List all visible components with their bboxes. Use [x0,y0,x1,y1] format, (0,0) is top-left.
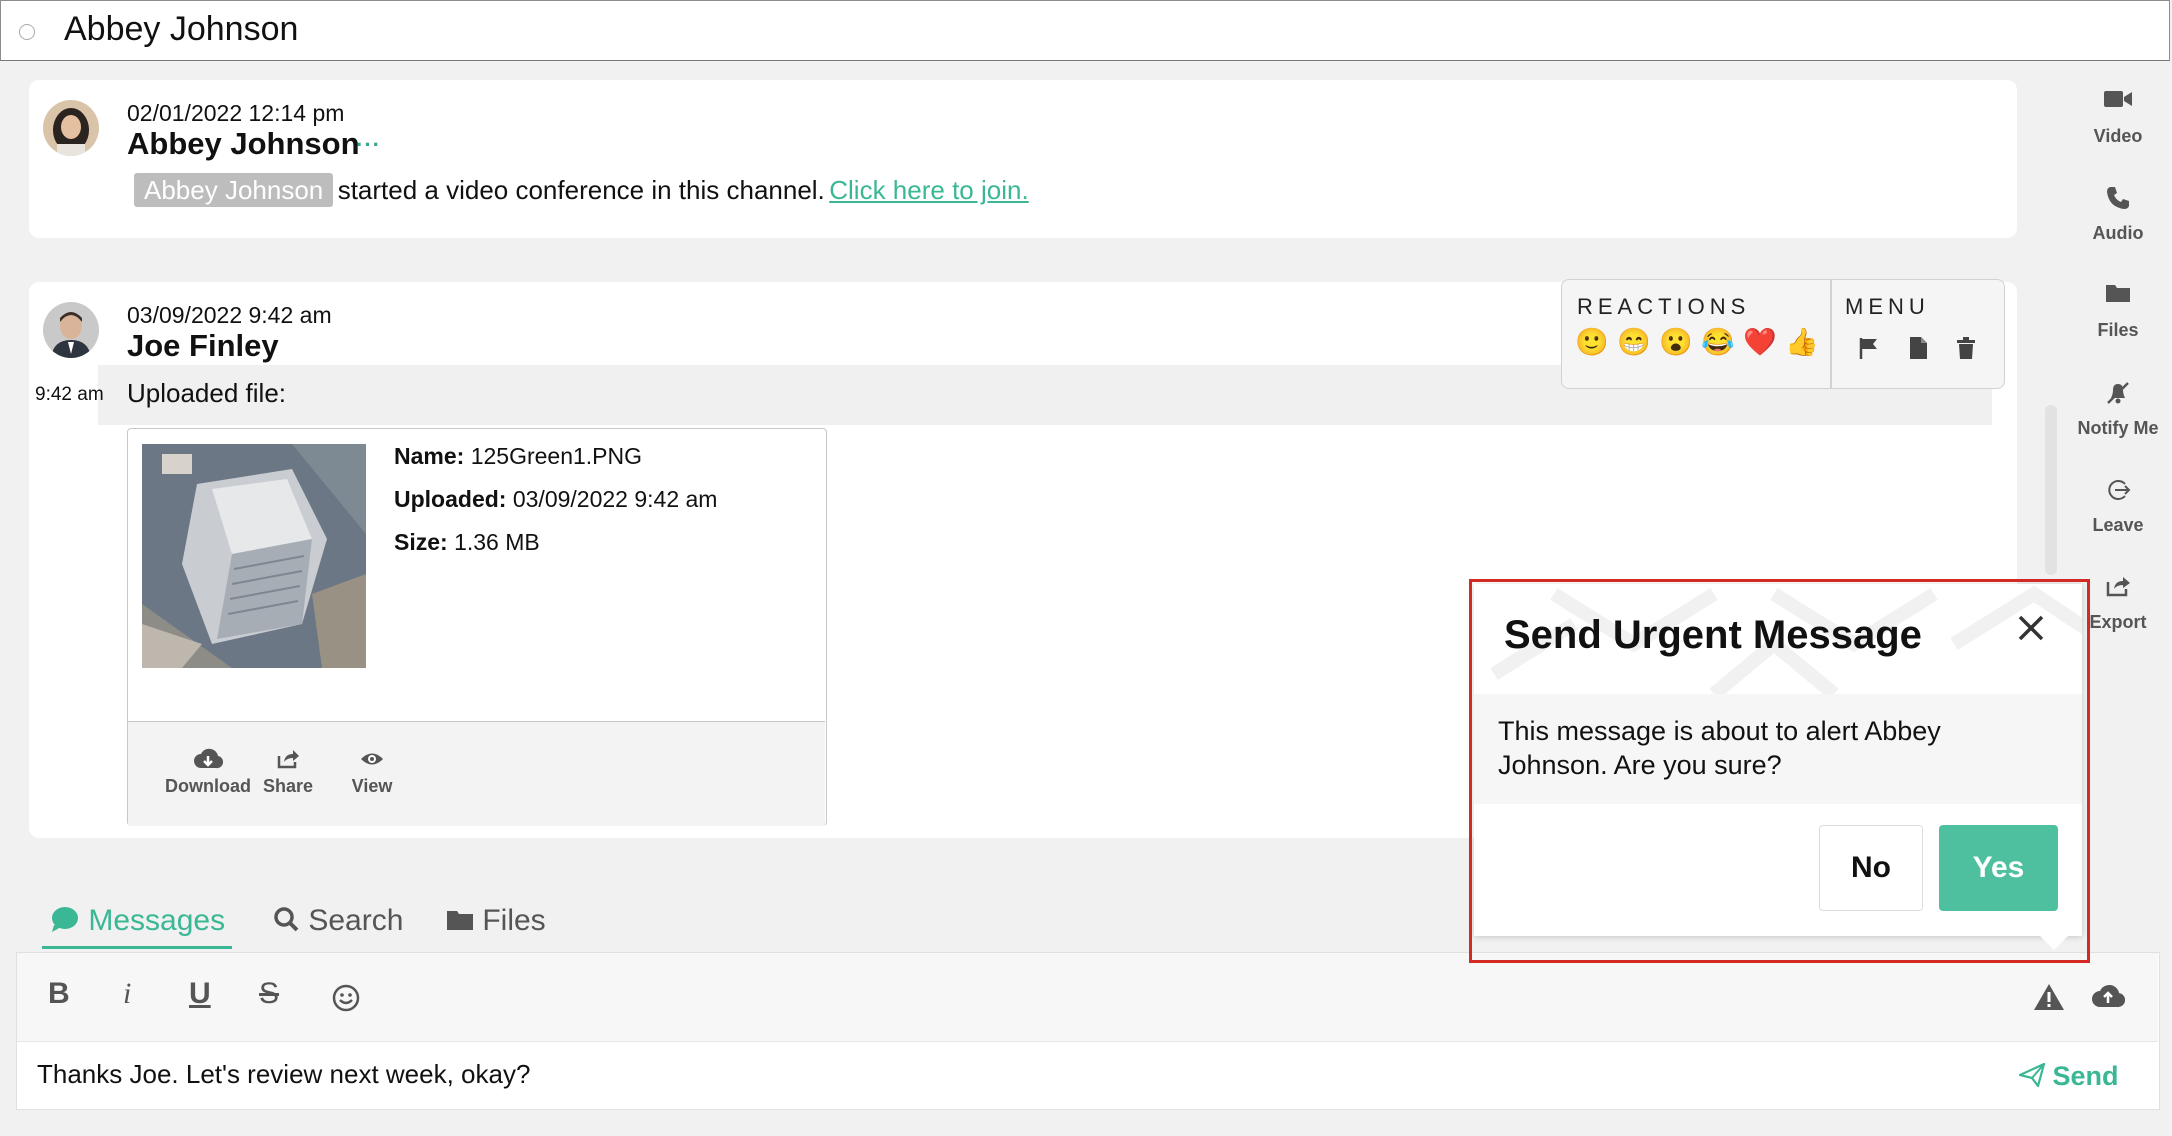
avatar[interactable] [43,100,99,156]
message-timestamp: 02/01/2022 12:14 pm [127,100,345,126]
reaction-heart-icon[interactable]: ❤️ [1743,326,1777,358]
send-button[interactable]: Send [2016,1061,2119,1092]
channel-header: Abbey Johnson [0,0,2170,61]
message-card: 02/01/2022 12:14 pm Abbey Johnson ··· Ab… [29,80,2017,238]
file-uploaded-label: Uploaded: [394,486,507,512]
tab-files[interactable]: Files [446,904,546,938]
message-timestamp: 03/09/2022 9:42 am [127,302,332,328]
active-tab-indicator [42,946,232,949]
message-text: started a video conference in this chann… [337,175,825,205]
reaction-laugh-icon[interactable]: 😂 [1701,326,1735,358]
paper-plane-icon [2016,1061,2053,1091]
popover-divider [1830,280,1832,388]
reactions-title: REACTIONS [1577,294,1751,319]
rail-video-button[interactable]: Video [2058,88,2172,147]
urgent-warning-icon[interactable] [2033,983,2065,1016]
eye-icon [340,748,404,776]
flag-icon[interactable] [1858,336,1880,365]
share-icon [256,748,320,776]
reaction-grin-icon[interactable]: 😁 [1617,326,1651,358]
reaction-smile-icon[interactable]: 🙂 [1575,326,1609,358]
file-thumbnail[interactable] [142,444,366,668]
folder-icon [2058,282,2172,314]
highlight-frame [1469,579,2090,963]
tab-messages[interactable]: Messages [50,904,225,938]
leave-icon [2058,477,2172,509]
file-uploaded-row: Uploaded: 03/09/2022 9:42 am [394,486,717,513]
folder-icon [446,904,482,937]
message-author[interactable]: Joe Finley [127,328,279,364]
cloud-download-icon [160,748,256,776]
formatting-toolbar: B i U S [17,953,2158,1042]
avatar[interactable] [43,302,99,358]
italic-button[interactable]: i [123,977,131,1011]
message-composer: B i U S Thanks Joe. Let's review next we… [16,952,2160,1110]
emoji-picker-icon[interactable] [331,983,361,1018]
search-icon [272,904,308,937]
file-size-row: Size: 1.36 MB [394,529,540,556]
rail-notify-me-button[interactable]: Notify Me [2058,380,2172,439]
channel-title: Abbey Johnson [64,10,299,48]
chat-bubble-icon [50,904,88,937]
file-name: 125Green1.PNG [470,443,643,469]
bold-button[interactable]: B [48,977,70,1011]
file-size: 1.36 MB [454,529,540,555]
message-side-time: 9:42 am [35,384,104,405]
file-size-label: Size: [394,529,448,555]
join-conference-link[interactable]: Click here to join. [829,175,1028,205]
download-button[interactable]: Download [160,748,256,797]
trash-icon[interactable] [1956,336,1976,365]
reaction-surprised-icon[interactable]: 😮 [1659,326,1693,358]
rail-files-button[interactable]: Files [2058,282,2172,341]
cloud-upload-icon[interactable] [2091,983,2126,1014]
reactions-menu-popover: REACTIONS MENU 🙂 😁 😮 😂 ❤️ 👍 [1561,279,2005,389]
reaction-thumbs-up-icon[interactable]: 👍 [1785,326,1819,358]
phone-icon [2058,185,2172,217]
message-text: Uploaded file: [127,378,286,408]
scrollbar[interactable] [2045,405,2057,575]
video-camera-icon [2058,88,2172,120]
user-mention[interactable]: Abbey Johnson [134,173,334,207]
document-icon[interactable] [1908,336,1928,365]
file-uploaded-date: 03/09/2022 9:42 am [512,486,718,512]
menu-title: MENU [1845,294,1930,319]
file-name-row: Name: 125Green1.PNG [394,443,642,470]
strikethrough-button[interactable]: S [259,977,279,1011]
underline-button[interactable]: U [189,977,211,1011]
rail-leave-button[interactable]: Leave [2058,477,2172,536]
view-button[interactable]: View [340,748,404,797]
muted-bell-icon [2058,380,2172,412]
file-name-label: Name: [394,443,465,469]
file-actions-bar: Download Share View [128,721,825,826]
message-input[interactable]: Thanks Joe. Let's review next week, okay… [37,1059,530,1090]
presence-status-icon [19,24,35,40]
tab-search[interactable]: Search [272,904,403,938]
message-author[interactable]: Abbey Johnson [127,126,360,162]
message-body: Abbey Johnson started a video conference… [134,173,1029,207]
share-button[interactable]: Share [256,748,320,797]
file-attachment-card: Name: 125Green1.PNG Uploaded: 03/09/2022… [127,428,827,826]
rail-audio-button[interactable]: Audio [2058,185,2172,244]
more-options-icon[interactable]: ··· [356,132,381,158]
